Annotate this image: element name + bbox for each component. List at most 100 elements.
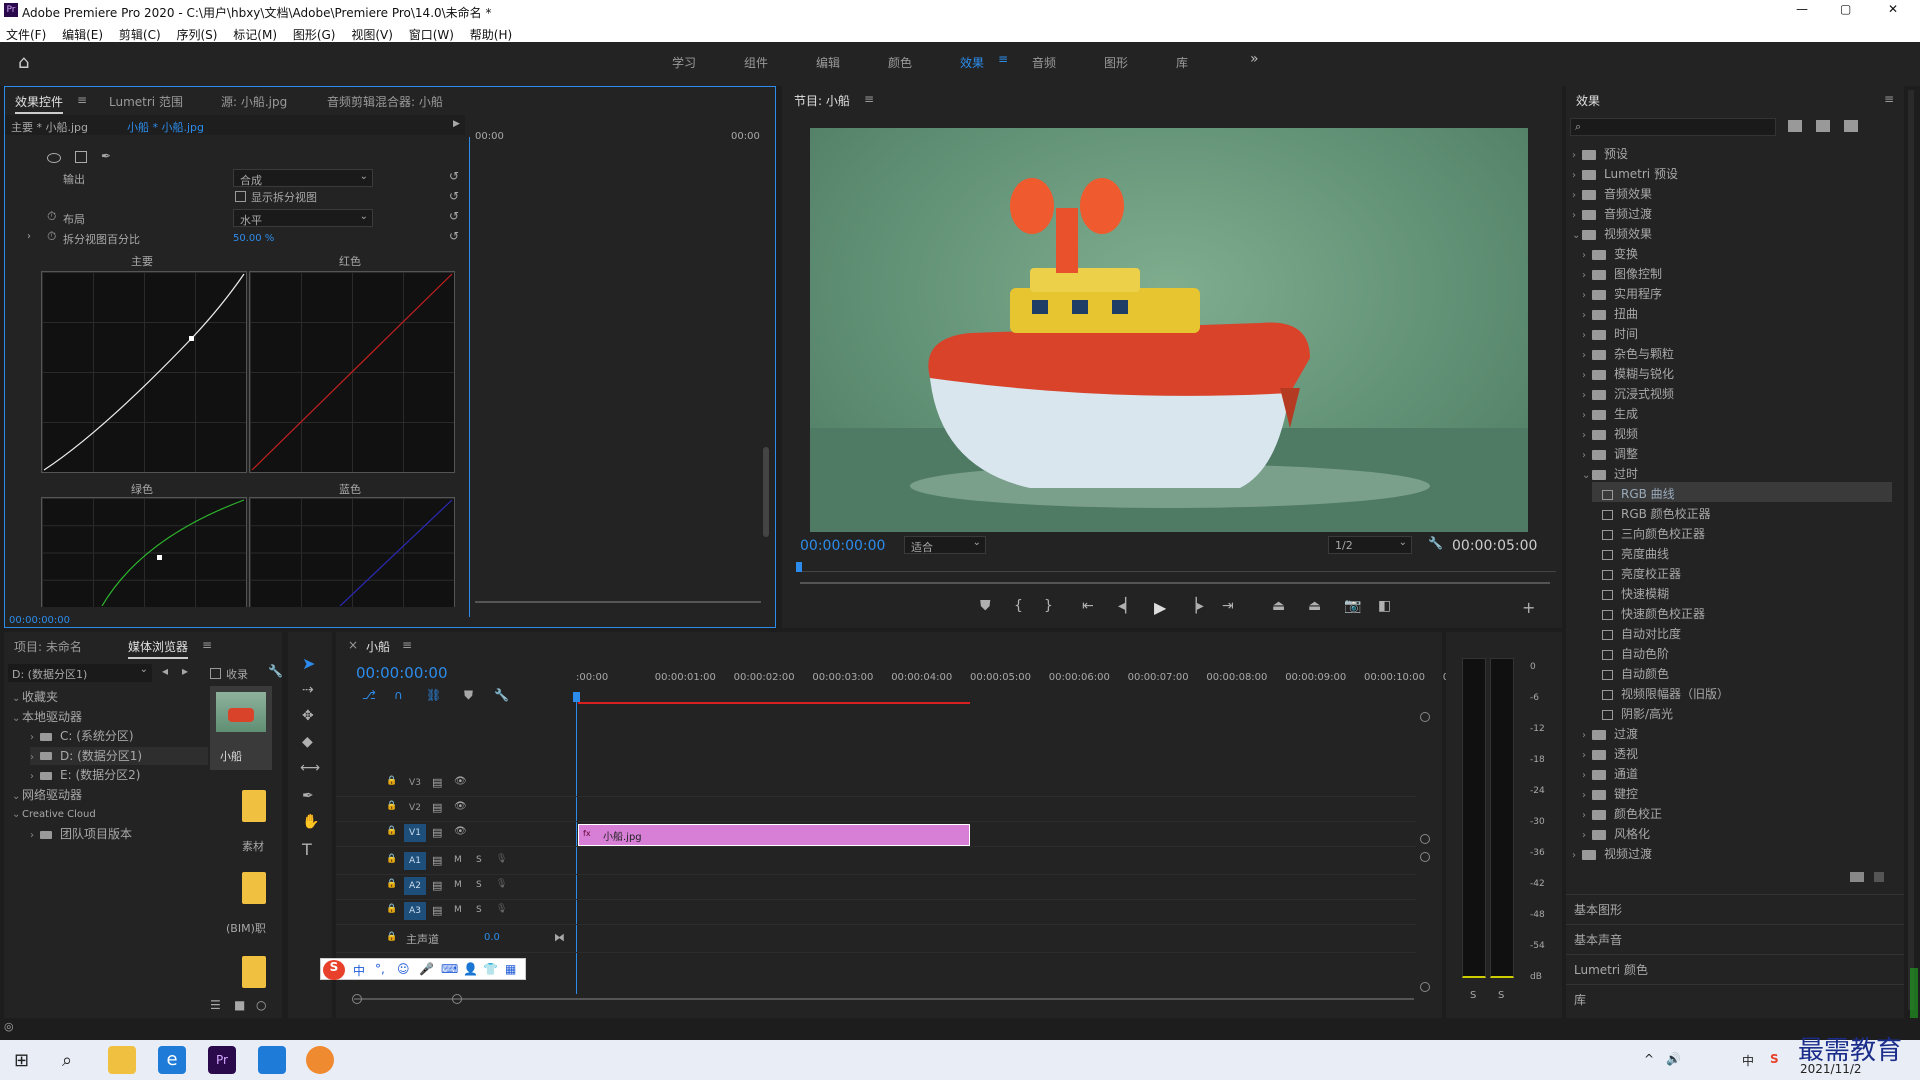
linked-selection-icon[interactable]: ⛓ <box>426 688 441 702</box>
lock-icon[interactable]: 🔒 <box>386 854 397 864</box>
thumb-folder[interactable]: (BIM)职 <box>210 864 272 946</box>
lock-icon[interactable]: 🔒 <box>386 879 397 889</box>
tab-project[interactable]: 项目: 未命名 <box>14 638 82 655</box>
program-monitor-title[interactable]: 节目: 小船 <box>794 92 850 109</box>
search-icon[interactable]: ⌕ <box>62 1050 72 1071</box>
menu-marker[interactable]: 标记(M) <box>233 28 277 42</box>
nest-icon[interactable]: ⎇ <box>362 688 376 702</box>
icon-view-icon[interactable]: ■ <box>234 998 245 1012</box>
solo-button[interactable]: S <box>476 880 482 890</box>
expand-arrow-icon[interactable]: › <box>1582 790 1592 801</box>
mask-pen-icon[interactable]: ✒ <box>101 149 111 163</box>
expand-arrow-icon[interactable]: › <box>1582 810 1592 821</box>
effects-tree-item[interactable]: RGB 曲线 <box>1592 482 1892 502</box>
track-label[interactable]: V3 <box>404 774 426 792</box>
tab-menu-icon[interactable]: ≡ <box>77 93 87 107</box>
workspace-menu-icon[interactable]: ≡ <box>998 52 1008 66</box>
sogou-tray-icon[interactable]: S <box>1770 1052 1779 1066</box>
ime-voice-icon[interactable]: 🎤 <box>419 962 434 976</box>
effects-tree-item[interactable]: › 沉浸式视频 <box>1582 382 1892 402</box>
effects-tree-item[interactable]: › 颜色校正 <box>1582 802 1892 822</box>
stopwatch-icon[interactable]: ⏱ <box>47 229 56 244</box>
ime-emoji-icon[interactable]: ☺ <box>397 962 410 976</box>
program-timecode[interactable]: 00:00:00:00 <box>800 538 885 554</box>
expand-arrow-icon[interactable]: › <box>1582 430 1592 441</box>
effects-tree-item[interactable]: ⌄ 过时 <box>1582 462 1892 482</box>
playhead-handle[interactable] <box>573 692 580 702</box>
expand-arrow-icon[interactable]: ⌄ <box>12 713 22 724</box>
expand-arrow-icon[interactable]: ⌄ <box>12 693 22 704</box>
expand-arrow-icon[interactable]: › <box>30 732 40 743</box>
back-icon[interactable]: ◂ <box>162 664 168 678</box>
delete-icon[interactable] <box>1874 872 1884 882</box>
expand-arrow-icon[interactable]: › <box>30 830 40 841</box>
expand-arrow-icon[interactable]: › <box>1582 390 1592 401</box>
step-forward-icon[interactable]: ▕▸ <box>1186 598 1204 614</box>
media-browser-tree-item[interactable]: › 团队项目版本 <box>30 825 208 843</box>
master-volume-value[interactable]: 0.0 <box>484 932 500 943</box>
premiere-taskbar-icon[interactable]: Pr <box>208 1046 236 1074</box>
eye-icon[interactable]: 👁 <box>454 776 467 787</box>
menu-clip[interactable]: 剪辑(C) <box>119 28 161 42</box>
layout-dropdown[interactable]: 水平 ⌄ <box>233 209 373 227</box>
section-essential-graphics[interactable]: 基本图形 <box>1566 894 1904 922</box>
voiceover-icon[interactable]: 🎙 <box>496 854 507 864</box>
panel-menu-icon[interactable]: ≡ <box>864 92 874 106</box>
play-only-icon[interactable]: ▶ <box>453 119 460 129</box>
close-button[interactable]: ✕ <box>1888 2 1898 16</box>
expand-arrow-icon[interactable]: › <box>1582 730 1592 741</box>
blue-curve[interactable] <box>249 497 455 607</box>
eye-icon[interactable]: 👁 <box>454 801 467 812</box>
add-marker-icon[interactable]: ⛊ <box>464 688 473 703</box>
snap-icon[interactable]: ∩ <box>394 688 403 702</box>
master-clip-label[interactable]: 主要 * 小船.jpg <box>11 119 88 135</box>
effects-tree-item[interactable]: › 音频效果 <box>1572 182 1892 202</box>
toggle-sync-lock-icon[interactable]: ▤ <box>432 776 442 789</box>
mute-button[interactable]: M <box>454 855 462 865</box>
effects-tree-item[interactable]: › 风格化 <box>1582 822 1892 842</box>
timeline-track-row[interactable]: 🔒 V3 ▤ 👁 <box>336 772 1416 797</box>
expand-arrow-icon[interactable]: › <box>1582 830 1592 841</box>
effects-tree-item[interactable]: › Lumetri 预设 <box>1572 162 1892 182</box>
expand-arrow-icon[interactable]: › <box>1582 250 1592 261</box>
reset-icon[interactable]: ↺ <box>449 209 459 223</box>
ec-scrollbar[interactable] <box>763 447 769 537</box>
lock-icon[interactable]: 🔒 <box>386 932 397 942</box>
step-back-icon[interactable]: ◂▏ <box>1118 598 1136 614</box>
effects-tree-item[interactable]: › 扭曲 <box>1582 302 1892 322</box>
solo-button[interactable]: S <box>476 855 482 865</box>
tab-audio-clip-mixer[interactable]: 音频剪辑混合器: 小船 <box>327 93 443 110</box>
lift-icon[interactable]: ⏏ <box>1272 598 1285 614</box>
resolution-dropdown[interactable]: 1/2 ⌄ <box>1328 536 1412 554</box>
fit-dropdown[interactable]: 适合 ⌄ <box>904 536 986 554</box>
tab-source[interactable]: 源: 小船.jpg <box>221 93 287 110</box>
split-view-checkbox[interactable] <box>235 191 246 202</box>
eye-icon[interactable]: 👁 <box>454 826 467 837</box>
effects-tree-item[interactable]: ⌄ 视频效果 <box>1572 222 1892 242</box>
wrench-icon[interactable]: 🔧 <box>268 664 283 678</box>
effects-tree-item[interactable]: › 透视 <box>1582 742 1892 762</box>
ec-playhead[interactable] <box>469 137 470 617</box>
maximize-button[interactable]: ▢ <box>1840 2 1851 16</box>
comparison-view-icon[interactable]: ◧ <box>1378 598 1391 614</box>
expand-arrow-icon[interactable]: ⌄ <box>1572 230 1582 241</box>
track-label[interactable]: A3 <box>404 902 426 920</box>
expand-arrow-icon[interactable]: ⌄ <box>12 791 22 802</box>
tab-lumetri-scopes[interactable]: Lumetri 范围 <box>109 93 183 110</box>
razor-tool-icon[interactable]: ◆ <box>302 734 313 750</box>
effects-tree-item[interactable]: 自动色阶 <box>1592 642 1892 662</box>
drive-dropdown[interactable]: D: (数据分区1) ⌄ <box>8 664 152 682</box>
expand-arrow-icon[interactable]: › <box>1572 190 1582 201</box>
toggle-sync-lock-icon[interactable]: ▤ <box>432 904 442 917</box>
expand-arrow-icon[interactable]: ⌄ <box>12 809 22 820</box>
selection-tool-icon[interactable]: ➤ <box>302 654 315 673</box>
mark-out-icon[interactable]: } <box>1044 598 1053 614</box>
close-icon[interactable]: × <box>348 638 358 652</box>
timeline-timecode[interactable]: 00:00:00:00 <box>356 664 448 682</box>
add-button-icon[interactable]: + <box>1522 598 1535 617</box>
forward-icon[interactable]: ▸ <box>182 664 188 678</box>
mute-button[interactable]: M <box>454 880 462 890</box>
menu-file[interactable]: 文件(F) <box>6 28 46 42</box>
expand-arrow-icon[interactable]: › <box>1572 150 1582 161</box>
tab-media-browser[interactable]: 媒体浏览器 <box>128 638 189 659</box>
